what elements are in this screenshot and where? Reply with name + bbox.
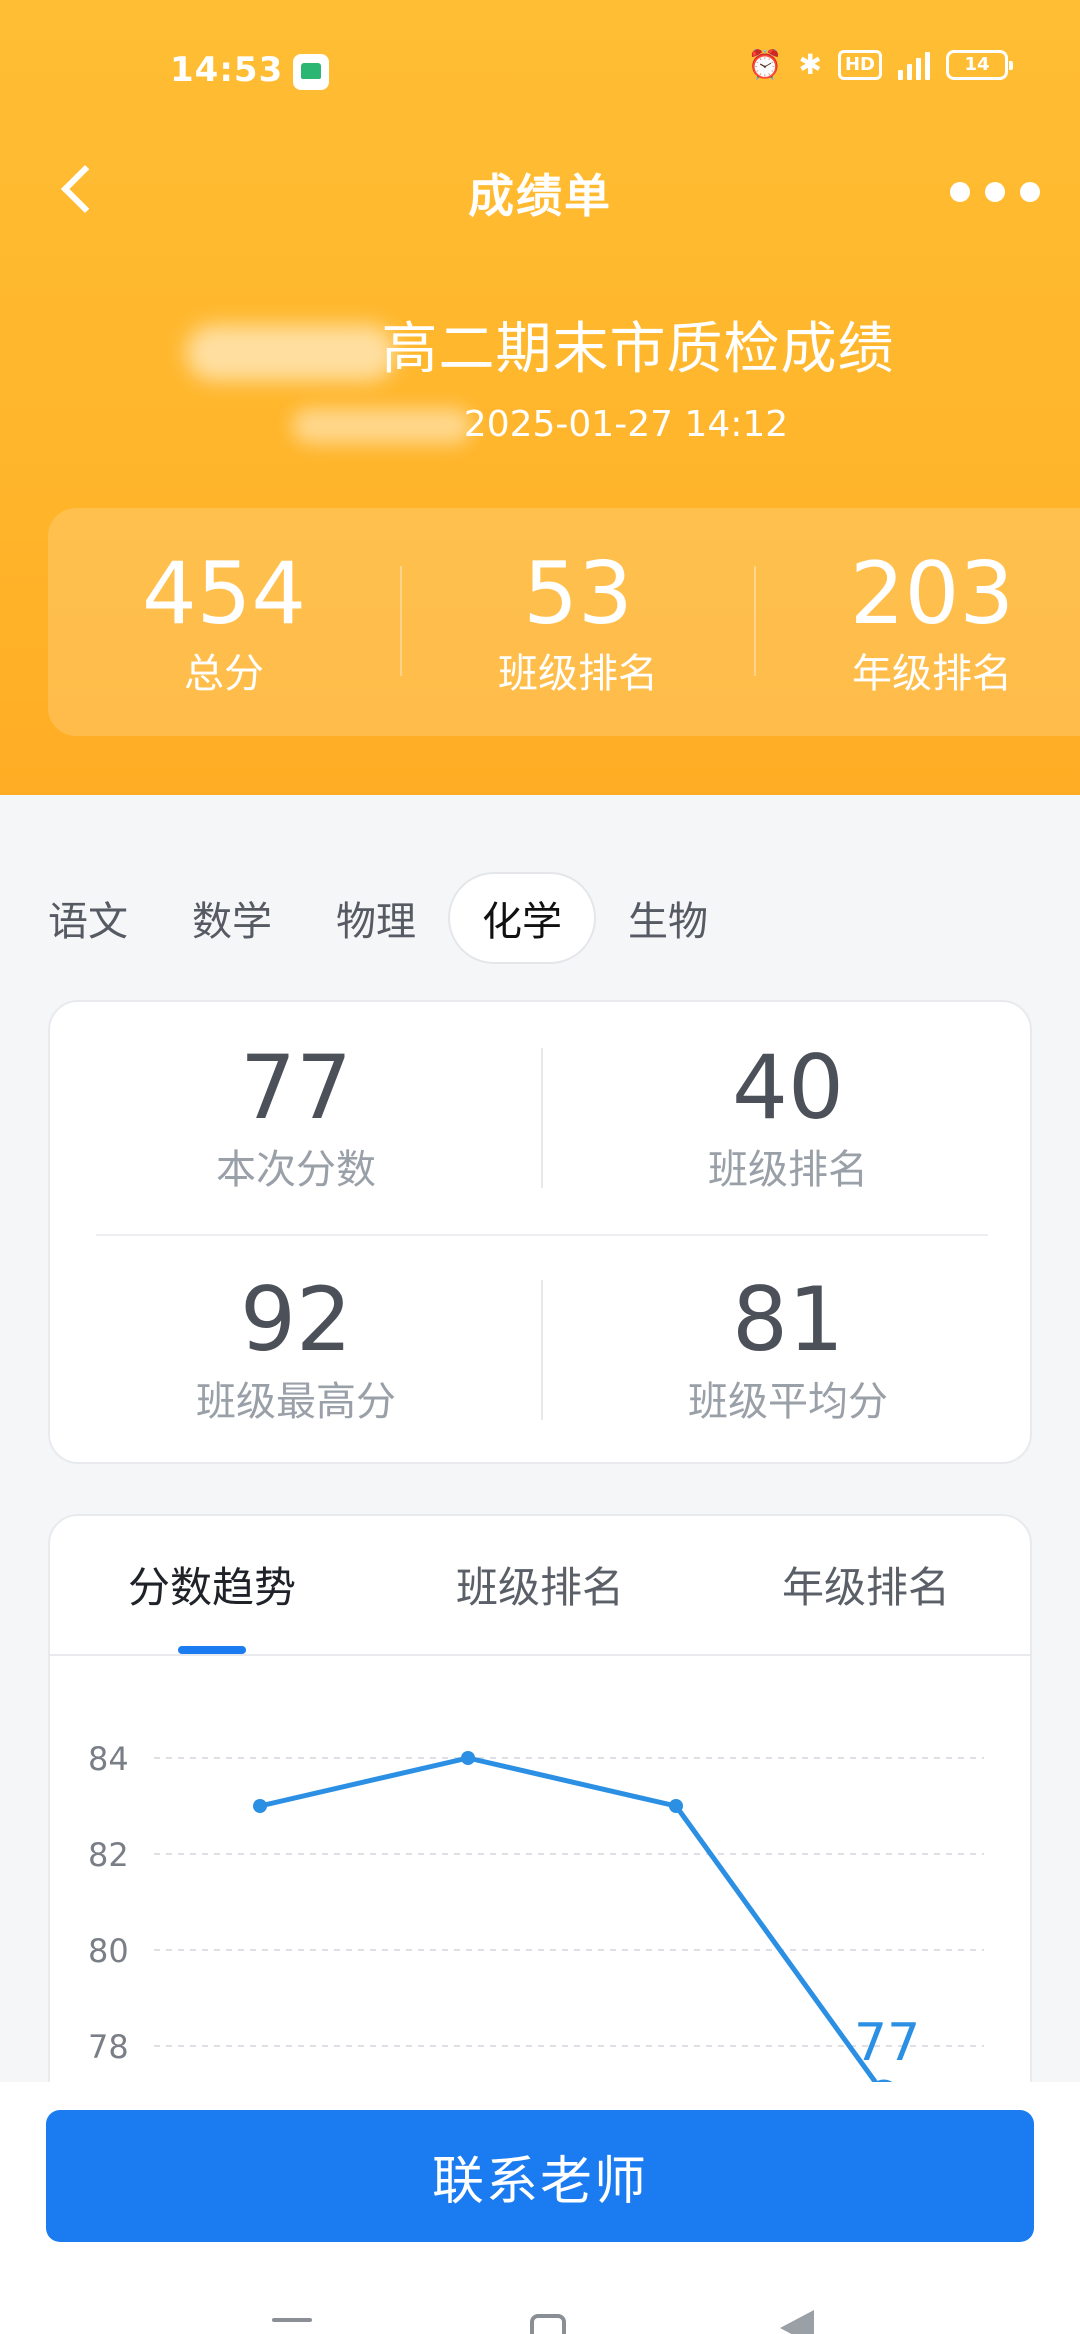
more-icon[interactable] bbox=[950, 172, 1040, 212]
redacted-school bbox=[185, 324, 396, 381]
summary-grade-rank-value: 203 bbox=[849, 544, 1015, 644]
summary-card: 454 总分 53 班级排名 203 年级排名 bbox=[48, 508, 1080, 736]
tab-physics[interactable]: 物理 bbox=[304, 872, 448, 964]
class-highest: 92 班级最高分 bbox=[50, 1234, 542, 1466]
current-score: 77 本次分数 bbox=[50, 1002, 542, 1234]
alarm-icon: ⏰ bbox=[747, 48, 783, 81]
tab-class-rank[interactable]: 班级排名 bbox=[456, 1554, 624, 1615]
data-point bbox=[253, 1799, 267, 1813]
tab-biology[interactable]: 生物 bbox=[596, 872, 740, 964]
tab-score-trend[interactable]: 分数趋势 bbox=[128, 1554, 296, 1615]
summary-class-rank: 53 班级排名 bbox=[402, 508, 754, 736]
current-score-value: 77 bbox=[240, 1036, 352, 1139]
tab-chinese[interactable]: 语文 bbox=[16, 872, 160, 964]
home-icon[interactable] bbox=[530, 2314, 566, 2334]
status-icons: ⏰ ✱ HD 14 bbox=[747, 48, 1013, 81]
data-point bbox=[669, 1799, 683, 1813]
hd-icon: HD bbox=[837, 49, 882, 80]
summary-class-rank-value: 53 bbox=[523, 544, 633, 644]
contact-teacher-button[interactable]: 联系老师 bbox=[46, 2110, 1034, 2242]
summary-grade-rank-label: 年级排名 bbox=[851, 651, 1012, 697]
y-tick-label: 80 bbox=[88, 1932, 129, 1970]
y-tick-label: 78 bbox=[88, 2028, 129, 2066]
signal-icon bbox=[898, 50, 930, 80]
summary-total-value: 454 bbox=[141, 544, 307, 644]
bluetooth-icon: ✱ bbox=[798, 48, 822, 81]
current-score-label: 本次分数 bbox=[216, 1147, 376, 1193]
divider bbox=[541, 1048, 543, 1188]
summary-grade-rank: 203 年级排名 bbox=[756, 508, 1080, 736]
y-tick-label: 82 bbox=[88, 1836, 129, 1874]
class-rank-value: 40 bbox=[732, 1036, 844, 1139]
status-time: 14:53 bbox=[170, 50, 284, 90]
class-average-value: 81 bbox=[732, 1268, 844, 1371]
bottom-bar: 联系老师 bbox=[0, 2082, 1080, 2334]
exam-meta: 2025-01-27 14:12 bbox=[0, 404, 1080, 445]
subject-score-card: 77 本次分数 40 班级排名 92 班级最高分 81 班级平均分 bbox=[48, 1000, 1032, 1464]
subject-tabs: 语文 数学 物理 化学 生物 bbox=[48, 872, 740, 964]
divider bbox=[541, 1280, 543, 1420]
class-highest-label: 班级最高分 bbox=[196, 1379, 396, 1425]
exam-title: 高二期末市质检成绩 bbox=[0, 304, 1080, 385]
class-rank-label: 班级排名 bbox=[708, 1147, 868, 1193]
tab-chemistry[interactable]: 化学 bbox=[448, 872, 596, 964]
page-title: 成绩单 bbox=[468, 169, 612, 223]
back-nav-icon[interactable] bbox=[780, 2310, 814, 2334]
system-nav-bar bbox=[0, 2310, 1080, 2334]
tab-math[interactable]: 数学 bbox=[160, 872, 304, 964]
trend-tabs: 分数趋势 班级排名 年级排名 bbox=[50, 1516, 1030, 1656]
menu-icon[interactable] bbox=[272, 2318, 312, 2322]
class-average-label: 班级平均分 bbox=[688, 1379, 888, 1425]
y-tick-label: 84 bbox=[88, 1740, 129, 1778]
class-average: 81 班级平均分 bbox=[542, 1234, 1034, 1466]
series-line bbox=[259, 1755, 887, 2096]
nav-bar: 成绩单 bbox=[0, 140, 1080, 240]
data-point bbox=[461, 1751, 475, 1765]
class-highest-value: 92 bbox=[240, 1268, 352, 1371]
status-bar: 14:53 ⏰ ✱ HD 14 bbox=[0, 0, 1080, 140]
header: 14:53 ⏰ ✱ HD 14 成绩单 高二期末市质检成绩 2025-01-27… bbox=[0, 0, 1080, 795]
redacted-teacher bbox=[291, 408, 472, 444]
active-tab-indicator bbox=[178, 1646, 246, 1654]
battery-icon: 14 bbox=[946, 49, 1013, 80]
summary-total: 454 总分 bbox=[48, 508, 400, 736]
summary-class-rank-label: 班级排名 bbox=[498, 651, 658, 697]
class-rank: 40 班级排名 bbox=[542, 1002, 1034, 1234]
summary-total-label: 总分 bbox=[184, 651, 265, 697]
app-notification-icon bbox=[293, 54, 329, 90]
score-report-page: 14:53 ⏰ ✱ HD 14 成绩单 高二期末市质检成绩 2025-01-27… bbox=[0, 0, 1080, 2334]
data-label: 77 bbox=[854, 2013, 920, 2073]
tab-grade-rank[interactable]: 年级排名 bbox=[782, 1554, 950, 1615]
